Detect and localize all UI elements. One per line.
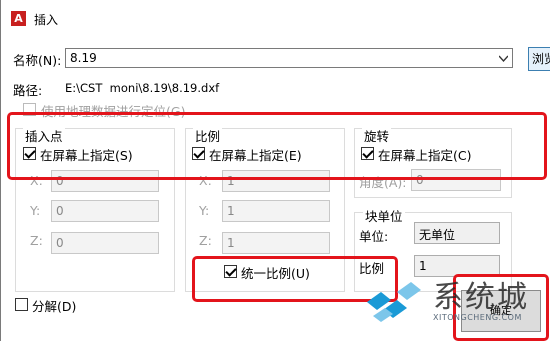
insertion-y-input[interactable]: 0 [51,200,159,222]
name-combobox[interactable]: 8.19 [65,48,513,68]
scale-specify-label: 在屏幕上指定(E) [209,148,302,163]
geo-location-checkbox[interactable] [23,103,36,116]
explode-checkbox[interactable] [15,298,28,311]
explode-label: 分解(D) [32,299,77,314]
name-label: 名称(N): [13,53,62,68]
scale-title: 比例 [193,126,223,145]
geo-location-label: 使用地理数据进行定位(G) [41,104,186,119]
scale-x-input[interactable]: 1 [222,170,330,192]
block-unit-unit-label: 单位: [359,229,389,244]
dialog-title: 插入 [34,13,59,27]
block-unit-unit-value: 无单位 [414,222,500,244]
rotation-title: 旋转 [362,126,392,145]
autocad-app-icon: A [11,11,26,26]
block-unit-title: 块单位 [363,206,405,225]
insertion-specify-label: 在屏幕上指定(S) [40,148,133,163]
insertion-x-input[interactable]: 0 [51,170,159,192]
scale-x-label: X: [199,173,212,188]
path-label: 路径: [13,83,43,98]
scale-z-input[interactable]: 1 [222,232,330,254]
scale-specify-checkbox[interactable] [192,147,205,160]
watermark-logo-icon [367,282,421,322]
rotation-angle-input[interactable]: 0 [411,169,501,191]
insertion-y-label: Y: [30,203,41,218]
rotation-specify-checkbox[interactable] [361,147,374,160]
rotation-angle-label: 角度(A): [359,175,407,190]
path-value: E:\CST moni\8.19\8.19.dxf [65,81,220,95]
rotation-specify-label: 在屏幕上指定(C) [378,148,472,163]
scale-y-input[interactable]: 1 [222,200,330,222]
watermark-text: 系统城 [433,280,529,315]
insertion-x-label: X: [30,173,43,188]
chevron-down-icon [499,55,508,63]
title-bar: A 插入 [1,0,550,36]
insertion-point-title: 插入点 [23,126,65,145]
insertion-specify-checkbox[interactable] [23,147,36,160]
insert-dialog: A 插入 名称(N): 8.19 浏览 路径: E:\CST moni\8.19… [0,0,550,341]
browse-button[interactable]: 浏览 [528,47,550,71]
scale-z-label: Z: [199,233,212,248]
name-value: 8.19 [70,51,97,65]
insertion-z-label: Z: [30,233,43,248]
uniform-scale-checkbox[interactable] [224,265,237,278]
insertion-z-input[interactable]: 0 [51,232,159,254]
block-unit-factor-label: 比例 [359,261,385,276]
scale-y-label: Y: [199,203,210,218]
uniform-scale-label: 统一比例(U) [241,266,310,281]
watermark-url: XITONGCHENG.COM [433,313,522,322]
